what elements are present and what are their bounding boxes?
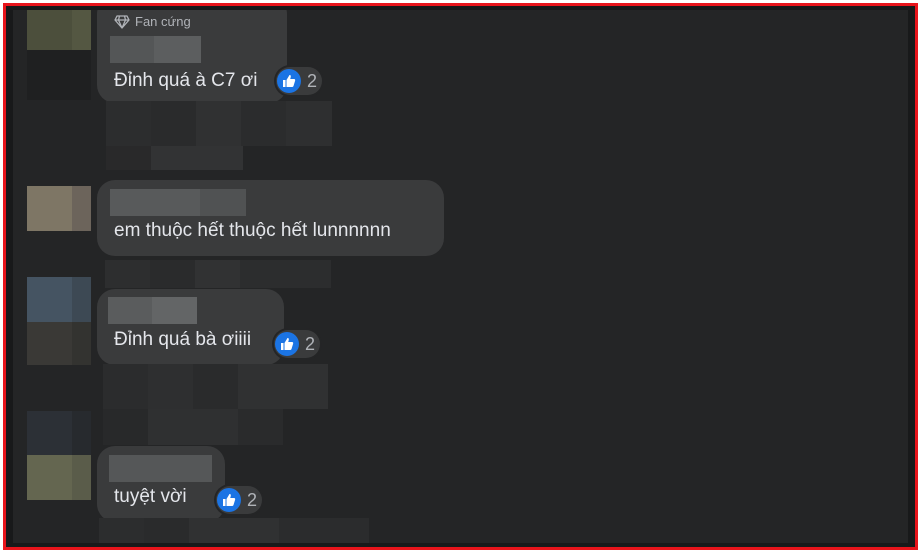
comment-text: em thuộc hết thuộc hết lunnnnnn: [114, 220, 391, 241]
author-name-blur[interactable]: [108, 297, 197, 324]
author-name-blur[interactable]: [110, 36, 201, 63]
blurred-region: [106, 146, 243, 170]
comment-text: tuyệt vời: [114, 486, 187, 507]
blurred-region: [103, 364, 328, 409]
comment-bubble: em thuộc hết thuộc hết lunnnnnn: [97, 180, 444, 256]
avatar-blur: [27, 411, 91, 455]
avatar[interactable]: [27, 455, 91, 500]
fan-badge: Fan cứng: [114, 14, 191, 29]
avatar[interactable]: [27, 10, 91, 50]
comment-bubble: tuyệt vời: [97, 446, 225, 522]
author-name-blur[interactable]: [109, 455, 212, 482]
thumbs-up-icon: [277, 69, 301, 93]
reaction-count-value: 2: [307, 70, 318, 91]
avatar[interactable]: [27, 277, 91, 322]
thumbs-up-icon: [217, 488, 241, 512]
diamond-icon: [114, 14, 130, 29]
avatar-blur: [27, 50, 91, 100]
reaction-count-value: 2: [305, 333, 316, 354]
comment-bubble: Fan cứng Đỉnh quá à C7 ơi: [97, 10, 287, 103]
reaction-count[interactable]: 2: [216, 486, 263, 514]
reaction-count[interactable]: 2: [274, 330, 321, 358]
comment-bubble: Đỉnh quá bà ơiiii: [97, 289, 284, 365]
avatar[interactable]: [27, 186, 91, 231]
thumbs-up-icon: [275, 332, 299, 356]
author-name-blur[interactable]: [110, 189, 246, 216]
blurred-region: [105, 260, 331, 288]
blurred-region: [103, 409, 283, 445]
reaction-count-value: 2: [247, 489, 258, 510]
blurred-region: [106, 101, 332, 146]
reaction-count[interactable]: 2: [276, 67, 323, 95]
screenshot-frame: Fan cứng Đỉnh quá à C7 ơi 2 em thuộc hết…: [3, 3, 918, 550]
blurred-region: [99, 518, 369, 543]
avatar-blur: [27, 322, 91, 365]
comment-text: Đỉnh quá à C7 ơi: [114, 70, 258, 91]
badge-label: Fan cứng: [135, 14, 191, 29]
comment-text: Đỉnh quá bà ơiiii: [114, 329, 252, 350]
comments-panel: Fan cứng Đỉnh quá à C7 ơi 2 em thuộc hết…: [13, 10, 908, 543]
